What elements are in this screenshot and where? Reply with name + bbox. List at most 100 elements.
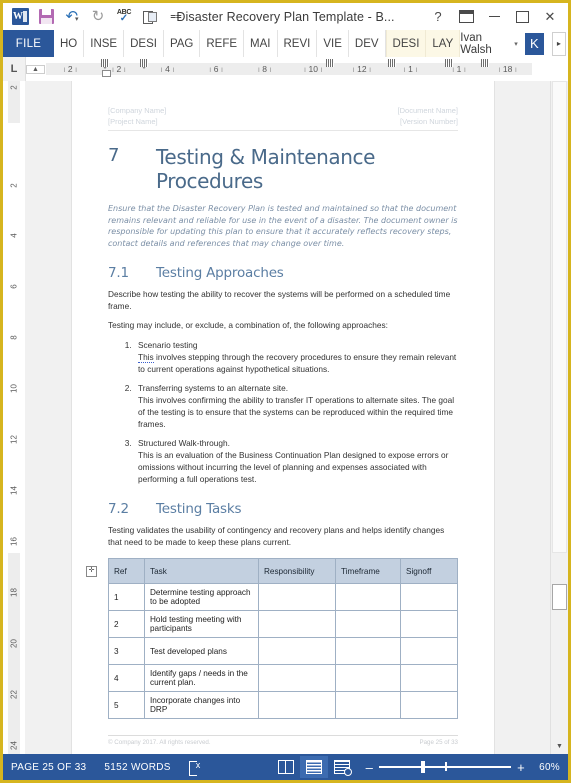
cell-task[interactable]: Incorporate changes into DRP bbox=[144, 691, 259, 719]
word-count[interactable]: 5152 WORDS bbox=[104, 762, 170, 773]
column-header-task[interactable]: Task bbox=[144, 558, 259, 584]
cell-timeframe[interactable] bbox=[335, 691, 401, 719]
close-button[interactable]: ✕ bbox=[536, 5, 564, 29]
ruler-hatch-icon bbox=[481, 59, 489, 67]
vruler-label: 22 bbox=[9, 690, 19, 699]
zoom-slider[interactable] bbox=[379, 761, 512, 773]
proofing-errors-icon[interactable] bbox=[188, 760, 204, 776]
heading-7-number: 7 bbox=[108, 145, 120, 166]
cell-task[interactable]: Identify gaps / needs in the current pla… bbox=[144, 664, 259, 692]
tab-design[interactable]: DESI bbox=[124, 30, 164, 57]
document-page-25[interactable]: [Company Name] [Project Name] [Document … bbox=[72, 81, 494, 754]
select-browse-object-button[interactable] bbox=[552, 584, 567, 610]
table-row[interactable]: 1 Determine testing approach to be adopt… bbox=[108, 583, 458, 611]
view-print-layout-button[interactable] bbox=[299, 756, 328, 778]
view-web-layout-button[interactable] bbox=[328, 756, 356, 778]
column-header-timeframe[interactable]: Timeframe bbox=[335, 558, 401, 584]
vruler-label: 12 bbox=[9, 435, 19, 444]
account-dropdown-icon[interactable]: ▾ bbox=[514, 40, 518, 48]
vertical-ruler[interactable]: 2 2 4 6 8 10 12 14 16 18 20 22 24 bbox=[3, 81, 25, 754]
vertical-scrollbar[interactable]: ▼ bbox=[550, 81, 568, 754]
table-row[interactable]: 2 Hold testing meeting with participants bbox=[108, 610, 458, 638]
testing-tasks-table[interactable]: Ref Task Responsibility Timeframe Signof… bbox=[108, 558, 458, 719]
scroll-up-button[interactable]: ▲ bbox=[26, 64, 45, 74]
maximize-button[interactable] bbox=[508, 5, 536, 29]
cell-timeframe[interactable] bbox=[335, 610, 401, 638]
cell-ref[interactable]: 1 bbox=[108, 583, 145, 611]
view-read-mode-button[interactable] bbox=[272, 756, 300, 778]
table-move-handle[interactable]: ✛ bbox=[86, 566, 97, 577]
cell-task[interactable]: Hold testing meeting with participants bbox=[144, 610, 259, 638]
column-header-responsibility[interactable]: Responsibility bbox=[258, 558, 336, 584]
chevron-right-icon[interactable]: ▸ bbox=[551, 31, 566, 56]
customize-qat-icon[interactable]: ⩵ bbox=[163, 5, 189, 29]
cell-responsibility[interactable] bbox=[258, 610, 336, 638]
cell-ref[interactable]: 5 bbox=[108, 691, 145, 719]
tab-references[interactable]: REFE bbox=[200, 30, 245, 57]
tab-review[interactable]: REVI bbox=[278, 30, 318, 57]
cell-timeframe[interactable] bbox=[335, 664, 401, 692]
zoom-slider-handle[interactable] bbox=[421, 761, 426, 773]
tab-file[interactable]: FILE bbox=[3, 30, 54, 57]
document-canvas[interactable]: [Company Name] [Project Name] [Document … bbox=[25, 81, 550, 754]
word-app-icon[interactable]: W bbox=[7, 5, 33, 29]
zoom-level[interactable]: 60% bbox=[539, 762, 560, 773]
column-header-signoff[interactable]: Signoff bbox=[400, 558, 458, 584]
ruler-hatch-icon bbox=[388, 59, 396, 67]
undo-icon[interactable]: ↶ ▾ bbox=[59, 5, 85, 29]
minimize-button[interactable] bbox=[480, 5, 508, 29]
tab-insert[interactable]: INSE bbox=[84, 30, 125, 57]
tab-page-layout[interactable]: PAG bbox=[164, 30, 201, 57]
column-header-ref[interactable]: Ref bbox=[108, 558, 145, 584]
tab-developer[interactable]: DEV bbox=[349, 30, 386, 57]
table-row[interactable]: 4 Identify gaps / needs in the current p… bbox=[108, 664, 458, 692]
horizontal-ruler[interactable]: ı 2 ı ı 2 ı ı 4 ı ı 6 ı ı 8 ı ı 10 ı ı 1… bbox=[26, 57, 568, 81]
list-item-title: Scenario testing bbox=[138, 340, 198, 350]
save-icon[interactable] bbox=[33, 5, 59, 29]
page-footer: © Company 2017. All rights reserved. Pag… bbox=[108, 735, 458, 746]
left-indent-hatch-icon bbox=[101, 59, 109, 67]
tab-view[interactable]: VIE bbox=[317, 30, 349, 57]
cell-task[interactable]: Test developed plans bbox=[144, 637, 259, 665]
hanging-indent-hatch-icon bbox=[140, 59, 148, 67]
table-row[interactable]: 5 Incorporate changes into DRP bbox=[108, 691, 458, 719]
help-icon[interactable]: ? bbox=[424, 5, 452, 29]
spelling-error-word[interactable]: This bbox=[138, 352, 154, 363]
cell-responsibility[interactable] bbox=[258, 664, 336, 692]
cell-signoff[interactable] bbox=[400, 664, 458, 692]
ruler-tick-label: 1 bbox=[456, 64, 462, 74]
cell-responsibility[interactable] bbox=[258, 691, 336, 719]
cell-timeframe[interactable] bbox=[335, 583, 401, 611]
cell-responsibility[interactable] bbox=[258, 583, 336, 611]
tab-table-layout[interactable]: LAY bbox=[426, 30, 461, 57]
account-name[interactable]: Ivan Walsh bbox=[460, 32, 509, 56]
tab-stop-selector[interactable]: L bbox=[3, 57, 26, 81]
cell-timeframe[interactable] bbox=[335, 637, 401, 665]
spelling-icon[interactable]: ABC ✓ bbox=[111, 5, 137, 29]
redo-icon[interactable]: ↻ bbox=[85, 5, 111, 29]
cell-ref[interactable]: 2 bbox=[108, 610, 145, 638]
cell-signoff[interactable] bbox=[400, 610, 458, 638]
tab-home[interactable]: HO bbox=[54, 30, 85, 57]
ruler-tick-label: 4 bbox=[165, 64, 170, 74]
zoom-in-button[interactable]: + bbox=[517, 761, 525, 774]
cell-signoff[interactable] bbox=[400, 583, 458, 611]
tab-mailings[interactable]: MAI bbox=[244, 30, 278, 57]
list-item-title: Transferring systems to an alternate sit… bbox=[138, 383, 289, 393]
cell-task[interactable]: Determine testing approach to be adopted bbox=[144, 583, 259, 611]
cell-ref[interactable]: 4 bbox=[108, 664, 145, 692]
cell-signoff[interactable] bbox=[400, 637, 458, 665]
ribbon-display-options-icon[interactable] bbox=[452, 5, 480, 29]
zoom-out-button[interactable]: – bbox=[366, 761, 374, 774]
table-row[interactable]: 3 Test developed plans bbox=[108, 637, 458, 665]
scrollbar-thumb[interactable] bbox=[552, 81, 567, 553]
scroll-down-button[interactable]: ▼ bbox=[551, 738, 568, 754]
cell-responsibility[interactable] bbox=[258, 637, 336, 665]
cell-signoff[interactable] bbox=[400, 691, 458, 719]
share-badge-button[interactable]: K bbox=[524, 32, 544, 55]
cell-ref[interactable]: 3 bbox=[108, 637, 145, 665]
ruler-tick-label: 8 bbox=[262, 64, 268, 74]
print-preview-icon[interactable] bbox=[137, 5, 163, 29]
tab-table-design[interactable]: DESI bbox=[385, 30, 427, 57]
page-indicator[interactable]: PAGE 25 OF 33 bbox=[11, 762, 86, 773]
